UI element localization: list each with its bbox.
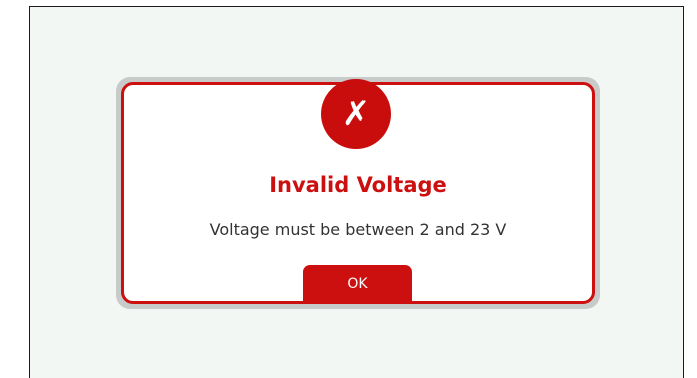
dialog-message: Voltage must be between 2 and 23 V [209,220,507,239]
ok-button-label: OK [347,275,368,292]
error-x-glyph: ✗ [341,94,371,134]
dialog-title: Invalid Voltage [269,173,447,197]
error-x-icon: ✗ [321,79,391,149]
ok-button[interactable]: OK [303,265,412,302]
